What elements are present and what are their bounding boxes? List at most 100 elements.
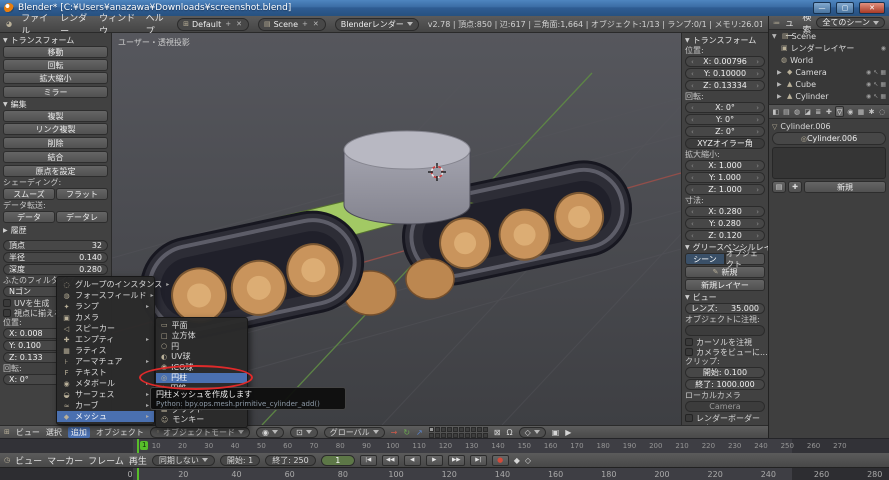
lens-field[interactable]: レンズ: 35.000 (685, 303, 765, 314)
depth-field[interactable]: 深度 0.280 (3, 264, 108, 275)
add-menu[interactable]: 追加 (68, 427, 90, 438)
layers-grid[interactable] (429, 427, 488, 438)
scale-y-field[interactable]: Y: 1.000 (685, 172, 765, 183)
opengl-render-icon[interactable]: ▣ (552, 428, 560, 437)
gp-new-layer-button[interactable]: 新規レイヤー (685, 279, 765, 291)
scale-z-field[interactable]: Z: 1.000 (685, 184, 765, 195)
scale-manipulator-icon[interactable]: ↗ (416, 428, 423, 437)
set-origin-button[interactable]: 原点を設定 (3, 165, 108, 177)
minimize-button[interactable]: — (813, 2, 831, 14)
timeline-ruler[interactable]: 020406080100120140160180200220240260280 (0, 467, 889, 480)
vertices-field[interactable]: 頂点 32 (3, 240, 108, 251)
rotation-y-field[interactable]: Y: 0° (685, 114, 765, 125)
list-icon-button[interactable]: ▤ (772, 181, 786, 193)
opengl-render-anim-icon[interactable]: ▶ (565, 428, 571, 437)
panel-header-transform-n[interactable]: ▼ トランスフォーム (685, 35, 765, 46)
rotation-z-field[interactable]: Z: 0° (685, 126, 765, 137)
scale-button[interactable]: 拡大縮小 (3, 72, 108, 84)
join-button[interactable]: 結合 (3, 151, 108, 163)
scale-x-field[interactable]: X: 1.000 (685, 160, 765, 171)
expand-arrow-icon[interactable]: ▶ (777, 69, 784, 76)
location-z-field[interactable]: Z: 0.13334 (685, 80, 765, 91)
lock-camera-to-view-checkbox[interactable]: カメラをビューに... (685, 347, 765, 357)
mode-selector[interactable]: ◦ オブジェクトモード (150, 427, 250, 438)
outliner-editor-icon[interactable]: ≔ (773, 19, 780, 27)
eye-icon[interactable]: ◉ (866, 81, 871, 88)
eye-icon[interactable]: ◉ (866, 93, 871, 100)
add-surface-item[interactable]: ◒ サーフェス ▸ (57, 389, 154, 400)
close-layout-button[interactable]: ✕ (235, 20, 243, 28)
editor-type-icon[interactable]: ◕ (6, 20, 12, 28)
mesh-plane-item[interactable]: ▭ 平面 (156, 320, 247, 331)
translate-button[interactable]: 移動 (3, 46, 108, 58)
tab-object-data-icon[interactable]: ▽ (835, 106, 845, 117)
radius-field[interactable]: 半径 0.140 (3, 252, 108, 263)
add-lattice-item[interactable]: ▦ ラティス (57, 345, 154, 356)
panel-header-transform[interactable]: ▼ トランスフォーム (3, 35, 108, 46)
lock-to-cursor-checkbox[interactable]: カーソルを注視 (685, 337, 765, 347)
render-icon[interactable]: ▦ (880, 93, 886, 100)
close-button[interactable]: ✕ (859, 2, 885, 14)
render-icon[interactable]: ▦ (880, 69, 886, 76)
mesh-uv-sphere-item[interactable]: ◐ UV球 (156, 352, 247, 363)
object-menu[interactable]: オブジェクト (96, 427, 144, 438)
tab-particles-icon[interactable]: ✱ (867, 106, 877, 117)
expand-arrow-icon[interactable]: ▼ (772, 33, 779, 40)
pivot-selector[interactable]: ⊡ (290, 427, 318, 438)
add-mesh-item[interactable]: ◆ メッシュ ▸ (57, 411, 154, 422)
orientation-selector[interactable]: グローバル (324, 427, 385, 438)
dimensions-x-field[interactable]: X: 0.280 (685, 206, 765, 217)
rotate-button[interactable]: 回転 (3, 59, 108, 71)
lock-icon[interactable]: ⊠ (494, 428, 501, 437)
current-frame-field[interactable]: 1 (321, 455, 355, 466)
scene-selector[interactable]: ▤ Scene + ✕ (258, 18, 326, 31)
outliner-display-select[interactable]: 全てのシーン (816, 17, 885, 28)
add-speaker-item[interactable]: ◁ スピーカー (57, 323, 154, 334)
prev-keyframe-button[interactable]: ◀◀ (382, 455, 399, 466)
play-reverse-button[interactable]: ◀ (404, 455, 421, 466)
panel-header-view[interactable]: ▼ ビュー (685, 292, 765, 303)
clip-start-field[interactable]: 開始: 0.100 (685, 367, 765, 378)
tab-physics-icon[interactable]: ◌ (877, 106, 887, 117)
tab-world-icon[interactable]: ◪ (803, 106, 813, 117)
render-border-checkbox[interactable]: レンダーボーダー (685, 413, 765, 423)
add-curve-item[interactable]: ≈ カーブ ▸ (57, 400, 154, 411)
next-keyframe-button[interactable]: ▶▶ (448, 455, 465, 466)
panel-header-history[interactable]: ▶ 履歴 (3, 225, 108, 236)
add-layout-button[interactable]: + (224, 20, 232, 28)
mesh-cube-item[interactable]: □ 立方体 (156, 331, 247, 342)
outliner-item-world[interactable]: ◍ World (769, 54, 889, 66)
expand-arrow-icon[interactable]: ▶ (777, 81, 784, 88)
insert-keyframe-icon[interactable]: ◇ (525, 456, 531, 465)
tab-material-icon[interactable]: ◉ (845, 106, 855, 117)
eye-icon[interactable]: ◉ (866, 69, 871, 76)
auto-keyframe-button[interactable]: ● (492, 455, 509, 466)
viewport-shading-selector[interactable]: ◉ (256, 427, 284, 438)
viewport-editor-icon[interactable]: ⊞ (4, 428, 10, 436)
close-scene-button[interactable]: ✕ (312, 20, 320, 28)
outliner-item-cube[interactable]: ▶ ▲ Cube ◉ ↖ ▦ (769, 78, 889, 90)
rotation-x-field[interactable]: X: 0° (685, 102, 765, 113)
gp-scene-tab[interactable]: シーン (685, 253, 725, 265)
timeline-marker-menu[interactable]: マーカー (47, 454, 83, 467)
mirror-button[interactable]: ミラー (3, 86, 108, 98)
add-scene-button[interactable]: + (301, 20, 309, 28)
timeline-view-menu[interactable]: ビュー (15, 454, 42, 467)
outliner-item-camera[interactable]: ▶ ◆ Camera ◉ ↖ ▦ (769, 66, 889, 78)
select-icon[interactable]: ↖ (873, 81, 878, 88)
frame-start-field[interactable]: 開始: 1 (220, 455, 260, 466)
location-y-field[interactable]: Y: 0.10000 (685, 68, 765, 79)
keying-set-icon[interactable]: ◆ (514, 456, 520, 465)
delete-button[interactable]: 削除 (3, 137, 108, 149)
tab-texture-icon[interactable]: ▦ (856, 106, 866, 117)
select-icon[interactable]: ↖ (873, 93, 878, 100)
add-camera-item[interactable]: ▣ カメラ (57, 312, 154, 323)
select-menu[interactable]: 選択 (46, 427, 62, 438)
clip-end-field[interactable]: 終了: 1000.000 (685, 379, 765, 390)
add-armature-item[interactable]: ⊦ アーマチュア ▸ (57, 356, 154, 367)
maximize-button[interactable]: ▢ (836, 2, 854, 14)
timeline-track[interactable]: 1020304050607080901001101201301401501601… (0, 438, 889, 453)
play-button[interactable]: ▶ (426, 455, 443, 466)
render-icon[interactable]: ◉ (881, 45, 886, 52)
timeline-editor-icon[interactable]: ◷ (4, 456, 10, 464)
